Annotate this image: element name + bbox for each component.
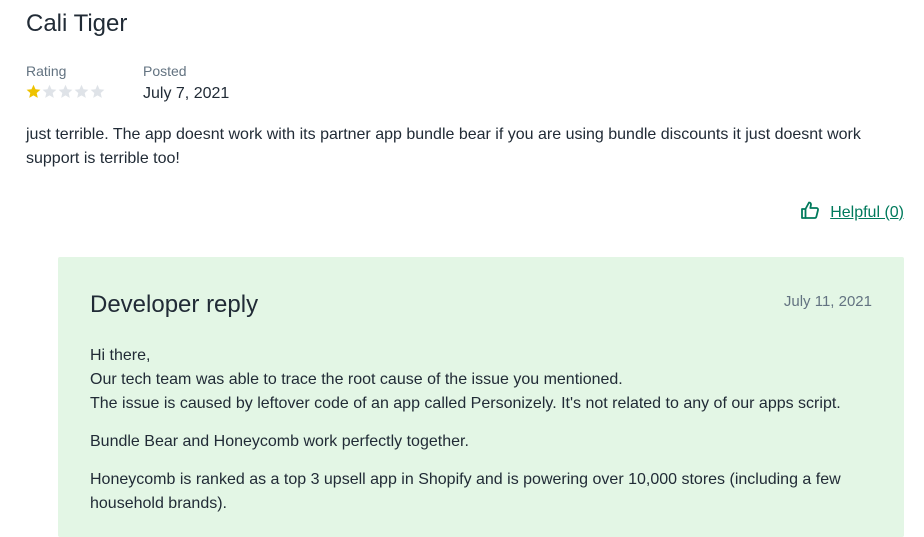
reply-title: Developer reply — [90, 291, 259, 318]
helpful-label[interactable]: Helpful (0) — [830, 204, 904, 222]
reply-date: July 11, 2021 — [783, 293, 872, 310]
posted-label: Posted — [143, 63, 187, 79]
reply-line: The issue is caused by leftover code of … — [90, 395, 841, 412]
review-body: just terrible. The app doesnt work with … — [26, 126, 861, 167]
star-icon — [58, 84, 73, 98]
star-icon — [42, 84, 57, 98]
rating-stars — [26, 84, 105, 99]
developer-reply: Developer reply July 11, 2021 Hi there, … — [58, 257, 904, 537]
star-icon — [74, 84, 89, 98]
thumbs-up-icon — [800, 200, 820, 225]
reviewer-name: Cali Tiger — [26, 10, 128, 37]
reply-paragraph: Hi there, Our tech team was able to trac… — [90, 344, 880, 416]
helpful-button[interactable]: Helpful (0) — [800, 200, 904, 225]
posted-date: July 7, 2021 — [143, 85, 230, 102]
star-icon — [26, 84, 41, 98]
reply-line: Our tech team was able to trace the root… — [90, 371, 623, 388]
rating-label: Rating — [26, 63, 67, 79]
reply-line: Hi there, — [90, 347, 151, 364]
reply-body: Hi there, Our tech team was able to trac… — [90, 344, 880, 530]
reply-paragraph: Bundle Bear and Honeycomb work perfectly… — [90, 433, 469, 450]
reply-paragraph: Honeycomb is ranked as a top 3 upsell ap… — [90, 471, 841, 512]
star-icon — [90, 84, 105, 98]
